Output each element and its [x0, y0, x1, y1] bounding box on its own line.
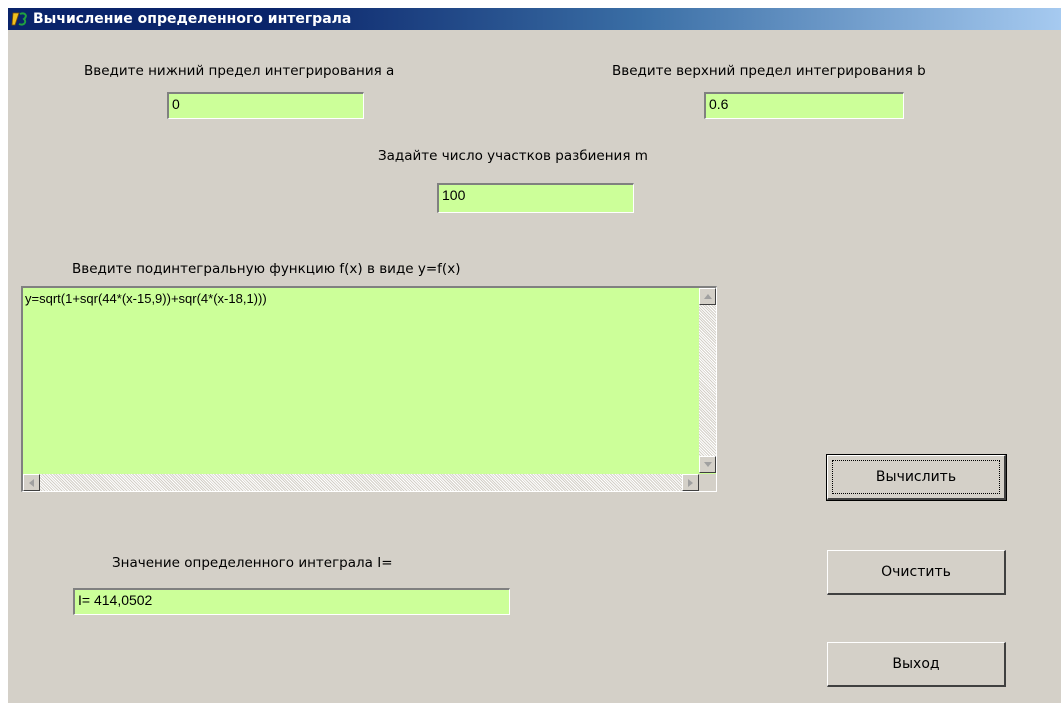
lower-limit-input[interactable]: 0	[167, 92, 364, 119]
app-icon	[11, 11, 29, 27]
scroll-up-button[interactable]	[699, 288, 716, 305]
clear-button-label: Очистить	[881, 564, 951, 580]
clear-button[interactable]: Очистить	[827, 550, 1006, 595]
function-label: Введите подинтегральную функцию f(x) в в…	[72, 261, 461, 277]
arrow-right-icon	[688, 479, 693, 487]
partition-count-input[interactable]: 100	[437, 183, 634, 213]
vertical-scrollbar[interactable]	[699, 288, 716, 473]
arrow-left-icon	[29, 479, 34, 487]
calculate-button[interactable]: Вычислить	[826, 454, 1007, 501]
result-output: I= 414,0502	[73, 588, 510, 615]
focus-rect	[832, 460, 1000, 494]
lower-limit-label: Введите нижний предел интегрирования a	[84, 63, 395, 79]
upper-limit-input[interactable]: 0.6	[704, 92, 904, 119]
scroll-left-button[interactable]	[23, 474, 40, 491]
scrollbar-corner	[699, 474, 716, 491]
scroll-down-button[interactable]	[699, 456, 716, 473]
function-text: y=sqrt(1+sqr(44*(x-15,9))+sqr(4*(x-18,1)…	[25, 291, 267, 306]
app-window: Вычисление определенного интеграла Введи…	[8, 8, 1061, 703]
scroll-right-button[interactable]	[682, 474, 699, 491]
exit-button-label: Выход	[892, 656, 940, 672]
horizontal-scrollbar[interactable]	[23, 474, 699, 491]
arrow-up-icon	[704, 294, 712, 299]
window-title: Вычисление определенного интеграла	[33, 11, 352, 27]
result-label: Значение определенного интеграла I=	[112, 555, 393, 571]
upper-limit-label: Введите верхний предел интегрирования b	[612, 63, 926, 79]
title-bar[interactable]: Вычисление определенного интеграла	[8, 8, 1061, 30]
function-textarea[interactable]: y=sqrt(1+sqr(44*(x-15,9))+sqr(4*(x-18,1)…	[21, 286, 717, 492]
exit-button[interactable]: Выход	[827, 642, 1006, 687]
arrow-down-icon	[704, 462, 712, 467]
partition-count-label: Задайте число участков разбиения m	[378, 148, 648, 164]
